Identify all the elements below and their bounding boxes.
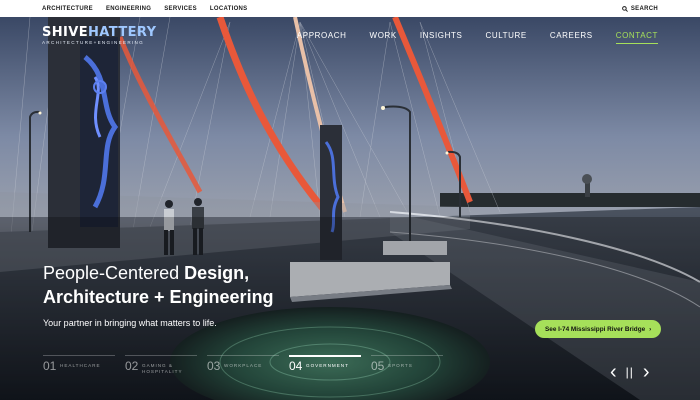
headline-design: Design, (184, 263, 250, 283)
category-progress-bar (289, 355, 361, 357)
utility-link-services[interactable]: SERVICES (164, 6, 197, 12)
nav-item-work[interactable]: WORK (370, 31, 397, 44)
category-label: SPORTS (388, 363, 413, 368)
headline-arch-eng: Architecture + Engineering (43, 287, 274, 307)
category-tab-healthcare[interactable]: 01 HEALTHCARE (43, 355, 125, 377)
search-icon (621, 5, 628, 12)
utility-links: ARCHITECTURE ENGINEERING SERVICES LOCATI… (42, 6, 247, 12)
nav-item-culture[interactable]: CULTURE (485, 31, 526, 44)
category-number: 04 (289, 359, 303, 373)
category-tab-government[interactable]: 04 GOVERNMENT (289, 355, 371, 377)
utility-bar: ARCHITECTURE ENGINEERING SERVICES LOCATI… (0, 0, 700, 17)
nav-item-insights[interactable]: INSIGHTS (420, 31, 463, 44)
slider-controls: ‹ || › (610, 362, 650, 382)
nav-item-careers[interactable]: CAREERS (550, 31, 593, 44)
category-number: 01 (43, 359, 57, 373)
category-progress-bar (371, 355, 443, 356)
category-number: 05 (371, 359, 385, 373)
category-number: 03 (207, 359, 221, 373)
project-link-button[interactable]: See I-74 Mississippi River Bridge › (535, 320, 662, 338)
category-label: GOVERNMENT (306, 363, 349, 368)
category-progress-bar (207, 355, 279, 356)
utility-link-architecture[interactable]: ARCHITECTURE (42, 6, 93, 12)
category-tab-sports[interactable]: 05 SPORTS (371, 355, 453, 377)
logo-tagline: ARCHITECTURE+ENGINEERING (42, 40, 145, 45)
category-number: 02 (125, 359, 139, 373)
pause-icon[interactable]: || (626, 365, 634, 379)
category-tab-workplace[interactable]: 03 WORKPLACE (207, 355, 289, 377)
hero-headline: People-Centered Design, Architecture + E… (43, 261, 274, 309)
category-progress-bar (125, 355, 197, 356)
category-progress-bar (43, 355, 115, 356)
main-nav: APPROACH WORK INSIGHTS CULTURE CAREERS C… (297, 31, 658, 44)
logo-word-a: SHIVE (42, 25, 89, 40)
chevron-right-icon[interactable]: › (643, 362, 650, 382)
category-label: HEALTHCARE (60, 363, 101, 368)
logo-wordmark: SHIVEHATTERY (42, 26, 156, 39)
search-label: SEARCH (630, 5, 658, 12)
utility-link-locations[interactable]: LOCATIONS (210, 6, 248, 12)
search-button[interactable]: SEARCH (621, 5, 658, 12)
category-label: WORKPLACE (224, 363, 263, 368)
project-link-label: See I-74 Mississippi River Bridge (545, 325, 646, 333)
category-tabs: 01 HEALTHCARE 02 GAMING & HOSPITALITY 03… (43, 355, 453, 377)
chevron-left-icon[interactable]: ‹ (610, 362, 617, 382)
nav-item-contact[interactable]: CONTACT (615, 31, 658, 44)
nav-item-approach[interactable]: APPROACH (297, 31, 347, 44)
headline-prefix: People-Centered (43, 263, 185, 283)
bridge-photo (0, 17, 700, 400)
logo-word-b: HATTERY (88, 25, 157, 40)
chevron-right-icon: › (649, 325, 652, 333)
utility-link-engineering[interactable]: ENGINEERING (106, 6, 151, 12)
category-tab-gaming-hospitality[interactable]: 02 GAMING & HOSPITALITY (125, 355, 207, 377)
category-label: GAMING & HOSPITALITY (142, 363, 183, 374)
hero-subtitle: Your partner in bringing what matters to… (43, 318, 217, 328)
hero-banner: SHIVEHATTERY ARCHITECTURE+ENGINEERING AP… (0, 17, 700, 400)
company-logo[interactable]: SHIVEHATTERY ARCHITECTURE+ENGINEERING (42, 26, 156, 45)
